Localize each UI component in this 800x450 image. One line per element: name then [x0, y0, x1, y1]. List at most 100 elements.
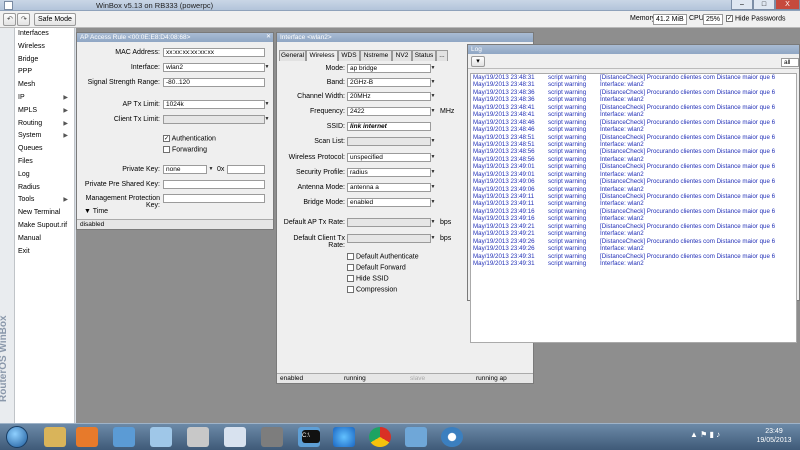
default-forward-row[interactable]: Default Forward	[347, 264, 406, 271]
ap-tx-limit-field[interactable]: 1024k	[163, 100, 265, 109]
private-key-select[interactable]: none	[163, 165, 207, 174]
log-row[interactable]: May/19/2013 23:48:41 script warning Interf…	[471, 111, 796, 118]
time-section-toggle[interactable]: ▼ Time	[84, 208, 108, 215]
hide-passwords-checkbox[interactable]: ✓	[726, 15, 733, 22]
chrome-icon[interactable]	[369, 427, 391, 447]
mac-address-field[interactable]: xx:xx:xx:xx:xx:xx	[163, 48, 265, 57]
dropdown-arrow-icon[interactable]: ▼	[429, 198, 437, 207]
management-key-field[interactable]	[163, 194, 265, 203]
log-row[interactable]: May/19/2013 23:48:36 script warning Interf…	[471, 96, 796, 103]
undo-button[interactable]: ↶	[3, 13, 16, 26]
default-forward-checkbox[interactable]	[347, 264, 354, 271]
log-row[interactable]: May/19/2013 23:49:26 script warning Interf…	[471, 245, 796, 252]
private-key-field[interactable]	[227, 165, 265, 174]
log-row[interactable]: May/19/2013 23:48:46 script warning [Dista…	[471, 119, 796, 126]
dropdown-arrow-icon[interactable]: ▼	[429, 153, 437, 162]
log-row[interactable]: May/19/2013 23:49:21 script warning [Dista…	[471, 223, 796, 230]
menu-item-new-terminal[interactable]: New Terminal	[15, 207, 74, 220]
signal-strength-field[interactable]: -80..120	[163, 78, 265, 87]
menu-item-ip[interactable]: IP ▶	[15, 92, 74, 105]
dropdown-arrow-icon[interactable]: ▼	[429, 168, 437, 177]
ssid-field[interactable]: link internet	[347, 122, 431, 131]
dropdown-arrow-icon[interactable]: ▼	[429, 234, 437, 243]
media-player-icon[interactable]	[76, 427, 98, 447]
menu-item-ppp[interactable]: PPP	[15, 66, 74, 79]
dropdown-arrow-icon[interactable]: ▼	[263, 63, 271, 72]
redo-button[interactable]: ↷	[17, 13, 30, 26]
log-row[interactable]: May/19/2013 23:49:11 script warning Interf…	[471, 200, 796, 207]
log-row[interactable]: May/19/2013 23:48:36 script warning [Dista…	[471, 89, 796, 96]
tab-nv2[interactable]: NV2	[392, 50, 412, 61]
internet-explorer-icon[interactable]	[333, 427, 355, 447]
dropdown-arrow-icon[interactable]: ▼	[207, 165, 215, 174]
forwarding-checkbox[interactable]	[163, 146, 170, 153]
antenna-mode-select[interactable]: antenna a	[347, 183, 431, 192]
interface-select[interactable]: wlan2	[163, 63, 265, 72]
menu-item-files[interactable]: Files	[15, 156, 74, 169]
bridge-mode-select[interactable]: enabled	[347, 198, 431, 207]
forwarding-checkbox-row[interactable]: Forwarding	[163, 146, 207, 153]
interface-titlebar[interactable]: Interface <wlan2>	[277, 33, 533, 42]
dropdown-arrow-icon[interactable]: ▼	[429, 218, 437, 227]
maximize-button[interactable]: □	[753, 0, 775, 10]
log-row[interactable]: May/19/2013 23:49:06 script warning Interf…	[471, 186, 796, 193]
band-select[interactable]: 2GHz-B	[347, 78, 431, 87]
log-filter-select[interactable]: all	[781, 58, 799, 67]
close-icon[interactable]: ✕	[266, 33, 271, 42]
log-row[interactable]: May/19/2013 23:49:01 script warning [Dista…	[471, 163, 796, 170]
dropdown-arrow-icon[interactable]: ▼	[429, 183, 437, 192]
security-profile-select[interactable]: radius	[347, 168, 431, 177]
wireless-protocol-select[interactable]: unspecified	[347, 153, 431, 162]
default-authenticate-row[interactable]: Default Authenticate	[347, 253, 419, 260]
document-icon[interactable]	[113, 427, 135, 447]
dropdown-arrow-icon[interactable]: ▼	[429, 92, 437, 101]
menu-item-make-supout-rif[interactable]: Make Supout.rif	[15, 220, 74, 233]
log-row[interactable]: May/19/2013 23:48:31 script warning [Dista…	[471, 74, 796, 81]
log-row[interactable]: May/19/2013 23:49:21 script warning Interf…	[471, 230, 796, 237]
menu-item-bridge[interactable]: Bridge	[15, 54, 74, 67]
log-row[interactable]: May/19/2013 23:48:56 script warning [Dista…	[471, 148, 796, 155]
scan-list-field[interactable]	[347, 137, 431, 146]
dropdown-arrow-icon[interactable]: ▼	[263, 115, 271, 124]
menu-item-manual[interactable]: Manual	[15, 233, 74, 246]
safe-mode-button[interactable]: Safe Mode	[34, 13, 76, 26]
compression-checkbox[interactable]	[347, 286, 354, 293]
dropdown-arrow-icon[interactable]: ▼	[429, 137, 437, 146]
menu-item-mesh[interactable]: Mesh	[15, 79, 74, 92]
hide-passwords-toggle[interactable]: ✓ Hide Passwords	[726, 15, 786, 22]
tab-wds[interactable]: WDS	[338, 50, 360, 61]
default-authenticate-checkbox[interactable]	[347, 253, 354, 260]
log-row[interactable]: May/19/2013 23:48:51 script warning [Dista…	[471, 134, 796, 141]
menu-item-log[interactable]: Log	[15, 169, 74, 182]
log-row[interactable]: May/19/2013 23:48:46 script warning Interf…	[471, 126, 796, 133]
tab-more[interactable]: ...	[436, 50, 448, 61]
menu-item-queues[interactable]: Queues	[15, 143, 74, 156]
menu-item-tools[interactable]: Tools ▶	[15, 194, 74, 207]
default-client-tx-rate-field[interactable]	[347, 234, 431, 243]
menu-item-exit[interactable]: Exit	[15, 246, 74, 259]
menu-item-radius[interactable]: Radius	[15, 182, 74, 195]
log-row[interactable]: May/19/2013 23:49:31 script warning Interf…	[471, 260, 796, 267]
windows-start-icon[interactable]	[6, 426, 28, 448]
client-tx-limit-field[interactable]	[163, 115, 265, 124]
log-row[interactable]: May/19/2013 23:49:16 script warning Interf…	[471, 215, 796, 222]
log-row[interactable]: May/19/2013 23:48:41 script warning [Dista…	[471, 104, 796, 111]
menu-item-wireless[interactable]: Wireless	[15, 41, 74, 54]
dropdown-arrow-icon[interactable]: ▼	[429, 78, 437, 87]
dropdown-arrow-icon[interactable]: ▼	[429, 64, 437, 73]
network-tool-icon[interactable]	[405, 427, 427, 447]
film-icon[interactable]	[261, 427, 283, 447]
tab-status[interactable]: Status	[412, 50, 436, 61]
menu-item-routing[interactable]: Routing ▶	[15, 118, 74, 131]
log-row[interactable]: May/19/2013 23:49:31 script warning [Dista…	[471, 253, 796, 260]
log-row[interactable]: May/19/2013 23:49:16 script warning [Dista…	[471, 208, 796, 215]
log-row[interactable]: May/19/2013 23:48:31 script warning Interf…	[471, 81, 796, 88]
menu-item-system[interactable]: System ▶	[15, 130, 74, 143]
authentication-checkbox[interactable]: ✓	[163, 135, 170, 142]
tab-wireless[interactable]: Wireless	[306, 50, 338, 61]
mode-select[interactable]: ap bridge	[347, 64, 431, 73]
terminal-icon[interactable]: C:\	[302, 430, 320, 443]
log-row[interactable]: May/19/2013 23:48:51 script warning Interf…	[471, 141, 796, 148]
winbox-icon[interactable]	[441, 427, 463, 447]
system-tray[interactable]: ▲ ⚑ ▮ ♪	[690, 430, 720, 439]
